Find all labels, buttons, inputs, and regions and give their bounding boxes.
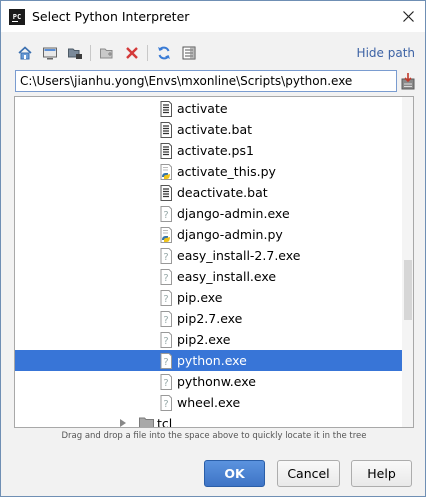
unknown-file-icon: ?: [159, 311, 173, 327]
svg-text:?: ?: [163, 378, 168, 389]
tree-row-label: easy_install.exe: [177, 269, 277, 284]
svg-text:?: ?: [163, 273, 168, 284]
tree-row[interactable]: activate.bat: [15, 119, 403, 140]
tree-row[interactable]: deactivate.bat: [15, 182, 403, 203]
tree-scrollbar[interactable]: [402, 97, 413, 427]
new-folder-button[interactable]: [97, 43, 117, 63]
toolbar-separator: [90, 45, 91, 61]
unknown-file-icon: ?: [159, 248, 173, 264]
text-file-icon: [159, 122, 173, 138]
refresh-icon: [158, 46, 170, 60]
hide-path-link[interactable]: Hide path: [357, 46, 415, 60]
tree-row[interactable]: activate.ps1: [15, 140, 403, 161]
refresh-button[interactable]: [154, 43, 174, 63]
pycharm-app-icon: PC: [9, 9, 25, 25]
cancel-button[interactable]: Cancel: [277, 460, 340, 487]
python-file-icon: [159, 227, 173, 243]
tree-row-label: activate_this.py: [177, 164, 276, 179]
tree-row-label: pip2.7.exe: [177, 311, 243, 326]
folder-icon: [139, 416, 154, 427]
tree-row-label: python.exe: [177, 353, 247, 368]
tree-row-label: easy_install-2.7.exe: [177, 248, 301, 263]
tree-row[interactable]: ? wheel.exe: [15, 392, 403, 413]
svg-text:?: ?: [163, 399, 168, 410]
file-tree[interactable]: activate activate.bat activate.ps1 activate…: [14, 96, 414, 428]
toolbar-separator: [147, 45, 148, 61]
tree-row[interactable]: activate: [15, 98, 403, 119]
text-file-icon: [159, 101, 173, 117]
show-hidden-button[interactable]: [179, 43, 199, 63]
help-button[interactable]: Help: [351, 460, 412, 487]
dialog-title: Select Python Interpreter: [32, 9, 190, 24]
tree-row[interactable]: ? python.exe: [15, 350, 403, 371]
project-button[interactable]: [65, 43, 85, 63]
scrollbar-thumb[interactable]: [404, 260, 412, 320]
unknown-file-icon: ?: [159, 374, 173, 390]
svg-text:?: ?: [163, 252, 168, 263]
text-file-icon: [159, 143, 173, 159]
tree-row[interactable]: django-admin.py: [15, 224, 403, 245]
title-bar: PC Select Python Interpreter: [1, 1, 425, 32]
svg-text:?: ?: [163, 357, 168, 368]
expand-arrow-icon[interactable]: [120, 419, 126, 427]
unknown-file-icon: ?: [159, 206, 173, 222]
tree-row-label: pip2.exe: [177, 332, 231, 347]
svg-text:?: ?: [163, 210, 168, 221]
project-folder-icon: [68, 48, 82, 59]
tree-row[interactable]: ? pip2.exe: [15, 329, 403, 350]
unknown-file-icon: ?: [159, 269, 173, 285]
desktop-button[interactable]: [40, 43, 60, 63]
path-input[interactable]: [15, 70, 397, 92]
tree-row[interactable]: ? easy_install.exe: [15, 266, 403, 287]
toolbar: Hide path: [15, 43, 415, 65]
unknown-file-icon: ?: [159, 290, 173, 306]
path-row: [15, 70, 415, 92]
new-folder-icon: [100, 48, 113, 59]
desktop-icon: [43, 47, 57, 60]
tree-row-label: pip.exe: [177, 290, 223, 305]
tree-row-label: deactivate.bat: [177, 185, 268, 200]
unknown-file-icon: ?: [159, 353, 173, 369]
show-hidden-icon: [182, 46, 196, 60]
unknown-file-icon: ?: [159, 395, 173, 411]
tree-row-label: django-admin.exe: [177, 206, 290, 221]
home-icon: [18, 46, 32, 60]
tree-row[interactable]: ? pythonw.exe: [15, 371, 403, 392]
tree-row-label: pythonw.exe: [177, 374, 256, 389]
text-file-icon: [159, 185, 173, 201]
tree-row[interactable]: ? django-admin.exe: [15, 203, 403, 224]
svg-text:?: ?: [163, 315, 168, 326]
tree-row-label: wheel.exe: [177, 395, 241, 410]
unknown-file-icon: ?: [159, 332, 173, 348]
tree-row-label: activate.ps1: [177, 143, 254, 158]
ok-button[interactable]: OK: [204, 460, 265, 487]
close-button[interactable]: [391, 1, 425, 32]
drag-drop-hint: Drag and drop a file into the space abov…: [61, 431, 367, 441]
select-interpreter-dialog: PC Select Python Interpreter Hide path C…: [0, 0, 426, 497]
download-history-icon: [401, 73, 415, 90]
svg-text:?: ?: [163, 336, 168, 347]
tree-folder-row[interactable]: tcl: [15, 413, 403, 428]
tree-row[interactable]: ? pip2.7.exe: [15, 308, 403, 329]
tree-folder-label: tcl: [157, 416, 173, 428]
tree-row-label: activate.bat: [177, 122, 253, 137]
close-icon: [402, 11, 414, 22]
path-history-button[interactable]: [401, 72, 415, 90]
tree-row[interactable]: ? easy_install-2.7.exe: [15, 245, 403, 266]
delete-button[interactable]: [122, 43, 142, 63]
tree-row[interactable]: activate_this.py: [15, 161, 403, 182]
tree-row-label: activate: [177, 101, 228, 116]
home-button[interactable]: [15, 43, 35, 63]
svg-text:?: ?: [163, 294, 168, 305]
tree-row[interactable]: ? pip.exe: [15, 287, 403, 308]
delete-icon: [126, 47, 138, 59]
python-file-icon: [159, 164, 173, 180]
tree-row-label: django-admin.py: [177, 227, 283, 242]
